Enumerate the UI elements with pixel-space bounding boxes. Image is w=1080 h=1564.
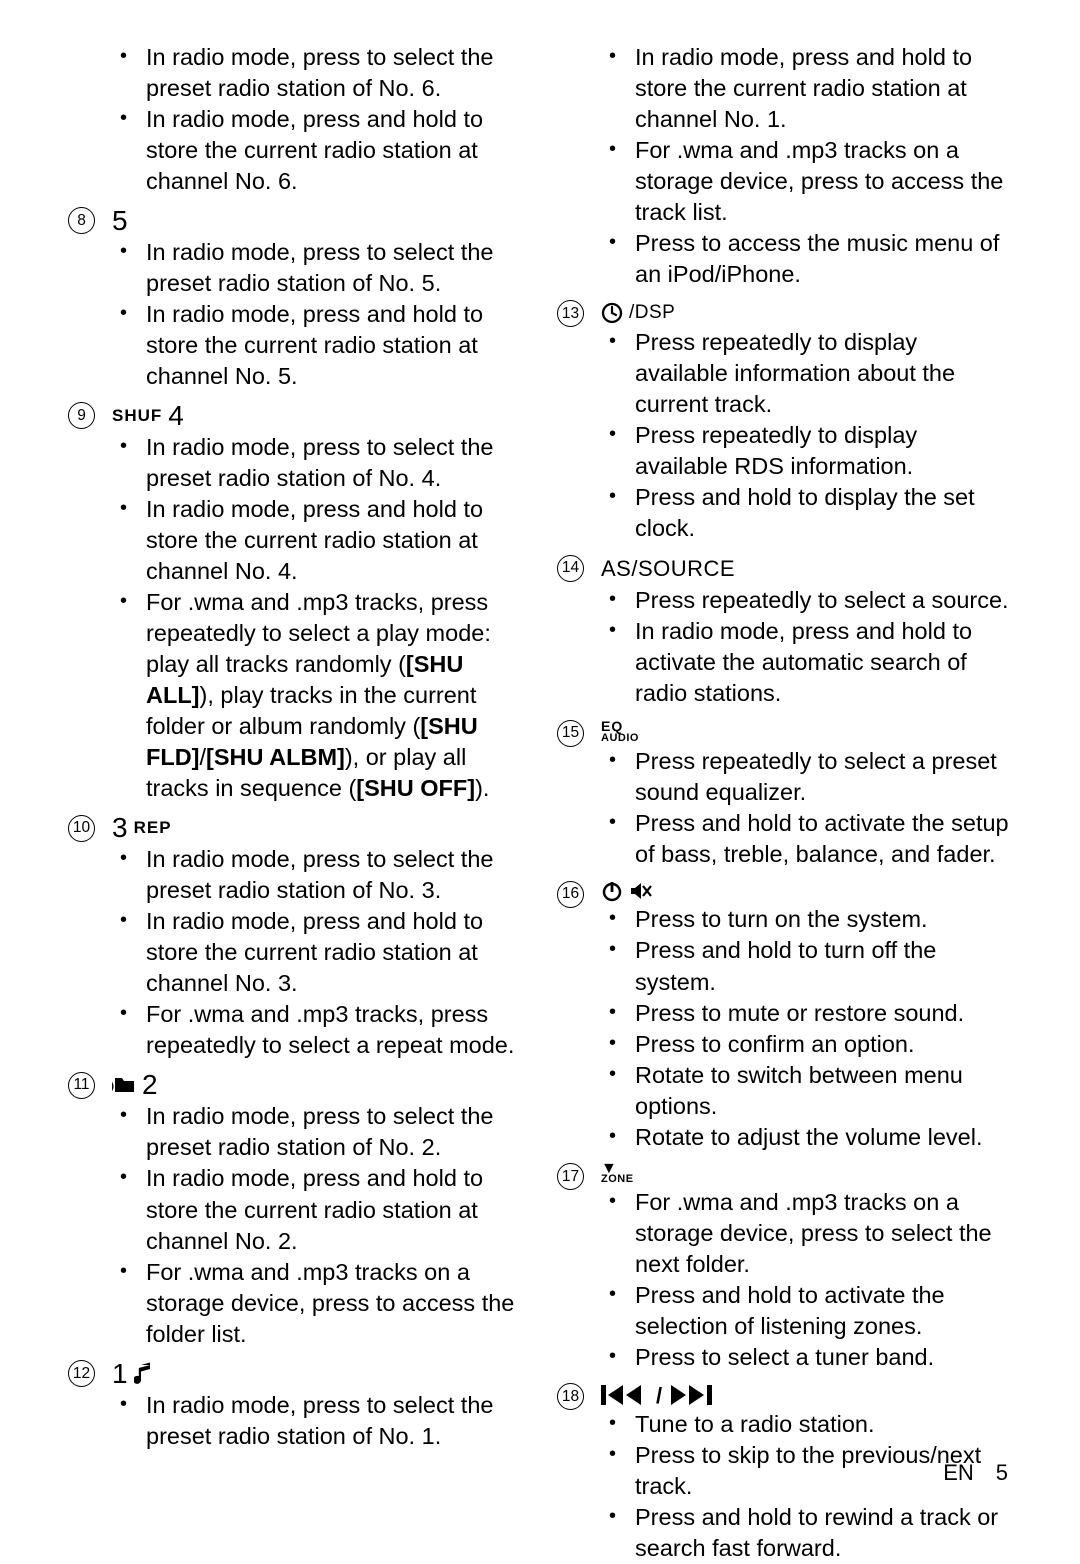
entry-14: 14 AS/SOURCE Press repeatedly to select … bbox=[557, 554, 1012, 709]
bullet-text: Press and hold to display the set clock. bbox=[635, 482, 1012, 544]
entry-10: 10 3 REP In radio mode, press to select … bbox=[68, 814, 523, 1061]
entry-17: 17 ▼ ZONE For .wma and .mp3 tracks on a … bbox=[557, 1163, 1012, 1373]
music-note-icon bbox=[134, 1362, 152, 1386]
page-footer: EN 5 bbox=[943, 1458, 1008, 1487]
bullet-text: In radio mode, press to select the prese… bbox=[146, 844, 523, 906]
bullet-text: Press repeatedly to display available RD… bbox=[635, 420, 1012, 482]
bullet-text: Press to turn on the system. bbox=[635, 904, 1012, 935]
bullet-text: In radio mode, press to select the prese… bbox=[146, 432, 523, 494]
bullet-text: Press and hold to activate the selection… bbox=[635, 1280, 1012, 1342]
bullet-text: Press to select a tuner band. bbox=[635, 1342, 1012, 1373]
callout-number: 15 bbox=[557, 720, 584, 747]
bullet-text: In radio mode, press and hold to store t… bbox=[146, 299, 523, 392]
button-4-label: 4 bbox=[168, 402, 184, 430]
page-number: 5 bbox=[996, 1460, 1008, 1485]
power-icon bbox=[601, 880, 623, 902]
bullet-text: Press repeatedly to display available in… bbox=[635, 327, 1012, 420]
bullet-text: For .wma and .mp3 tracks, press repeated… bbox=[146, 587, 523, 804]
entry-13: 13 /DSP Press repeatedly to display avai… bbox=[557, 300, 1012, 544]
bullet-text: Press and hold to activate the setup of … bbox=[635, 808, 1012, 870]
button-1-label: 1 bbox=[112, 1360, 128, 1388]
bullet-text: Tune to a radio station. bbox=[635, 1409, 1012, 1440]
callout-number: 16 bbox=[557, 881, 584, 908]
callout-number: 14 bbox=[557, 555, 584, 582]
bullet-text: Press to confirm an option. bbox=[635, 1029, 1012, 1060]
skip-prev-next-icon: / bbox=[601, 1383, 741, 1407]
button-5-label: 5 bbox=[112, 207, 128, 235]
entry-16: 16 Press to turn on the system. Press an… bbox=[557, 880, 1012, 1152]
as-source-label: AS/SOURCE bbox=[601, 554, 735, 583]
bullet-text: In radio mode, press and hold to store t… bbox=[635, 42, 1012, 135]
callout-number: 11 bbox=[68, 1072, 95, 1099]
entry-11: 11 2 In radio mode, press to select the … bbox=[68, 1071, 523, 1349]
bullet-text: For .wma and .mp3 tracks, press repeated… bbox=[146, 999, 523, 1061]
callout-number: 8 bbox=[68, 207, 95, 234]
callout-number: 10 bbox=[68, 815, 95, 842]
bullet-text: In radio mode, press and hold to store t… bbox=[146, 104, 523, 197]
mute-icon bbox=[629, 880, 653, 902]
entry-12: 12 1 In radio mode, press to select the … bbox=[68, 1360, 523, 1452]
bullet-text: In radio mode, press to select the prese… bbox=[146, 1390, 523, 1452]
bullet-text: Press to mute or restore sound. bbox=[635, 998, 1012, 1029]
bullet-text: For .wma and .mp3 tracks on a storage de… bbox=[635, 1187, 1012, 1280]
bullet-text: In radio mode, press to select the prese… bbox=[146, 42, 523, 104]
folder-icon bbox=[112, 1075, 136, 1095]
bullet-text: Rotate to adjust the volume level. bbox=[635, 1122, 1012, 1153]
bullet-text: In radio mode, press and hold to store t… bbox=[146, 906, 523, 999]
bullet-text: Press to access the music menu of an iPo… bbox=[635, 228, 1012, 290]
bullet-text: Press and hold to rewind a track or sear… bbox=[635, 1502, 1012, 1564]
zone-label: ▼ ZONE bbox=[601, 1163, 634, 1185]
button-3-label: 3 bbox=[112, 814, 128, 842]
shuf-label: SHUF bbox=[112, 405, 162, 427]
language-label: EN bbox=[943, 1460, 974, 1485]
callout-number: 12 bbox=[68, 1360, 95, 1387]
dsp-label: /DSP bbox=[629, 300, 675, 325]
entry-8: 8 5 In radio mode, press to select the p… bbox=[68, 207, 523, 392]
bullet-text: For .wma and .mp3 tracks on a storage de… bbox=[635, 135, 1012, 228]
callout-number: 17 bbox=[557, 1163, 584, 1190]
bullet-text: In radio mode, press to select the prese… bbox=[146, 237, 523, 299]
entry-9: 9 SHUF 4 In radio mode, press to select … bbox=[68, 402, 523, 804]
bullet-text: Press repeatedly to select a source. bbox=[635, 585, 1012, 616]
entry-15: 15 EQ AUDIO Press repeatedly to select a… bbox=[557, 719, 1012, 870]
bullet-text: For .wma and .mp3 tracks on a storage de… bbox=[146, 1257, 523, 1350]
right-column: In radio mode, press and hold to store t… bbox=[557, 42, 1012, 1564]
bullet-text: In radio mode, press to select the prese… bbox=[146, 1101, 523, 1163]
bullet-text: Press repeatedly to select a preset soun… bbox=[635, 746, 1012, 808]
clock-icon bbox=[601, 302, 623, 324]
button-2-label: 2 bbox=[142, 1071, 158, 1099]
callout-number: 18 bbox=[557, 1383, 584, 1410]
left-column: In radio mode, press to select the prese… bbox=[68, 42, 523, 1564]
rep-label: REP bbox=[134, 817, 172, 839]
callout-number: 13 bbox=[557, 300, 584, 327]
bullet-text: In radio mode, press and hold to activat… bbox=[635, 616, 1012, 709]
bullet-text: In radio mode, press and hold to store t… bbox=[146, 494, 523, 587]
bullet-text: Rotate to switch between menu options. bbox=[635, 1060, 1012, 1122]
svg-text:/: / bbox=[656, 1383, 662, 1407]
bullet-text: In radio mode, press and hold to store t… bbox=[146, 1163, 523, 1256]
callout-number: 9 bbox=[68, 402, 95, 429]
eq-audio-label: EQ AUDIO bbox=[601, 719, 639, 744]
bullet-text: Press and hold to turn off the system. bbox=[635, 935, 1012, 997]
entry: In radio mode, press to select the prese… bbox=[68, 42, 523, 197]
entry: In radio mode, press and hold to store t… bbox=[557, 42, 1012, 290]
